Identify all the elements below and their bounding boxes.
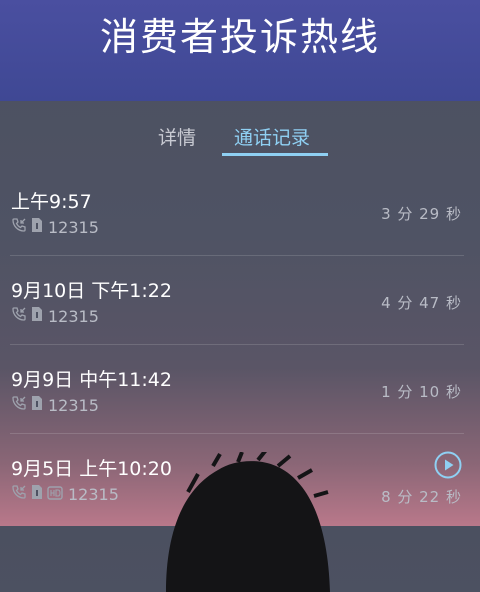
tab-call-log[interactable]: 通话记录 xyxy=(234,123,310,150)
call-number: 12315 xyxy=(68,484,119,504)
call-time: 9月5日 上午10:20 xyxy=(11,458,172,480)
call-meta: 12315 xyxy=(11,484,119,504)
incoming-call-icon xyxy=(11,217,27,237)
call-log-list: 上午9:57 12315 3 分 29 秒 9月10日 下午1:22 12315… xyxy=(0,167,480,523)
incoming-call-icon xyxy=(11,484,27,504)
call-number: 12315 xyxy=(48,217,99,237)
call-number: 12315 xyxy=(48,306,99,326)
call-number: 12315 xyxy=(48,395,99,415)
active-tab-indicator xyxy=(222,153,328,156)
call-log-item[interactable]: 9月9日 中午11:42 12315 1 分 10 秒 xyxy=(0,345,480,434)
call-log-item[interactable]: 9月10日 下午1:22 12315 4 分 47 秒 xyxy=(0,256,480,345)
call-time: 9月10日 下午1:22 xyxy=(11,280,172,302)
call-meta: 12315 xyxy=(11,217,99,237)
incoming-call-icon xyxy=(11,395,27,415)
call-meta: 12315 xyxy=(11,306,99,326)
call-duration: 4 分 47 秒 xyxy=(381,294,462,312)
sim-card-icon xyxy=(31,484,43,504)
contact-header: 消费者投诉热线 xyxy=(0,0,480,101)
tab-details[interactable]: 详情 xyxy=(158,123,196,150)
play-recording-button[interactable] xyxy=(434,451,462,479)
call-time: 9月9日 中午11:42 xyxy=(11,369,172,391)
sim-card-icon xyxy=(31,306,43,326)
sim-card-icon xyxy=(31,395,43,415)
call-time: 上午9:57 xyxy=(11,191,92,213)
call-duration: 1 分 10 秒 xyxy=(381,383,462,401)
sim-card-icon xyxy=(31,217,43,237)
call-log-item[interactable]: 9月5日 上午10:20 12315 8 分 22 秒 xyxy=(0,434,480,523)
call-duration: 3 分 29 秒 xyxy=(381,205,462,223)
call-duration: 8 分 22 秒 xyxy=(381,488,462,506)
call-log-item[interactable]: 上午9:57 12315 3 分 29 秒 xyxy=(0,167,480,256)
incoming-call-icon xyxy=(11,306,27,326)
hd-voice-icon xyxy=(47,485,63,504)
contact-name: 消费者投诉热线 xyxy=(99,15,380,59)
play-icon xyxy=(434,451,462,479)
tab-bar: 详情 通话记录 xyxy=(0,101,480,167)
call-meta: 12315 xyxy=(11,395,99,415)
